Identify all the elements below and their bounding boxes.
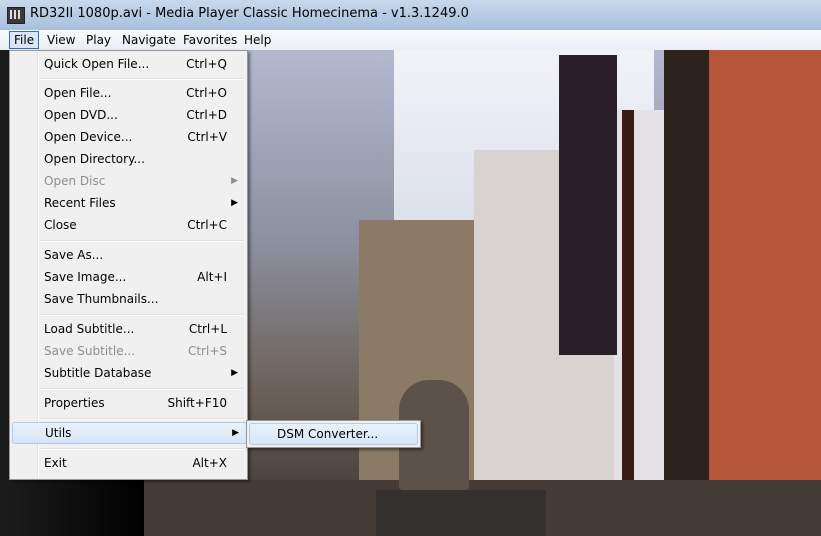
menu-item-label: Save As... <box>44 248 104 262</box>
menu-item-shortcut: Ctrl+V <box>187 130 227 144</box>
video-pole <box>622 110 634 536</box>
menu-item-shortcut: Ctrl+S <box>187 344 227 358</box>
menu-file[interactable]: File <box>9 31 40 49</box>
menu-item-label: Utils <box>45 426 72 440</box>
menu-item-shortcut: Ctrl+Q <box>186 57 227 71</box>
menu-view[interactable]: View <box>43 32 79 48</box>
submenu-arrow-icon: ▶ <box>232 428 239 438</box>
menu-item-shortcut: Alt+X <box>192 456 227 470</box>
menu-item-save-thumbnails[interactable]: Save Thumbnails... <box>12 288 245 310</box>
menu-item-quick-open[interactable]: Quick Open File... Ctrl+Q <box>12 53 245 75</box>
menu-item-recent-files[interactable]: Recent Files ▶ <box>12 192 245 214</box>
menu-play[interactable]: Play <box>82 32 115 48</box>
menu-item-open-file[interactable]: Open File... Ctrl+O <box>12 82 245 104</box>
menu-item-load-subtitle[interactable]: Load Subtitle... Ctrl+L <box>12 318 245 340</box>
menu-separator <box>40 388 244 390</box>
menu-item-label: Save Subtitle... <box>44 344 136 358</box>
menu-item-label: Open File... <box>44 86 112 100</box>
menu-item-label: Save Thumbnails... <box>44 292 159 306</box>
submenu-arrow-icon: ▶ <box>231 176 238 186</box>
menu-item-save-image[interactable]: Save Image... Alt+I <box>12 266 245 288</box>
file-menu-dropdown: Quick Open File... Ctrl+Q Open File... C… <box>9 50 248 480</box>
menu-navigate[interactable]: Navigate <box>118 32 180 48</box>
menu-item-exit[interactable]: Exit Alt+X <box>12 452 245 474</box>
menu-separator <box>40 314 244 316</box>
menu-item-label: Quick Open File... <box>44 57 150 71</box>
menu-item-open-dvd[interactable]: Open DVD... Ctrl+D <box>12 104 245 126</box>
menu-item-label: Load Subtitle... <box>44 322 135 336</box>
video-building <box>704 50 821 480</box>
submenu-arrow-icon: ▶ <box>231 198 238 208</box>
menu-separator <box>40 78 244 80</box>
menu-item-utils[interactable]: Utils ▶ <box>12 422 247 444</box>
menu-item-label: DSM Converter... <box>277 427 379 441</box>
submenu-arrow-icon: ▶ <box>231 368 238 378</box>
menu-help[interactable]: Help <box>240 32 275 48</box>
menu-item-shortcut: Ctrl+C <box>187 218 227 232</box>
menu-item-save-as[interactable]: Save As... <box>12 244 245 266</box>
menu-item-label: Properties <box>44 396 105 410</box>
menu-item-shortcut: Ctrl+O <box>186 86 227 100</box>
menu-separator <box>40 448 244 450</box>
video-tree <box>664 50 709 536</box>
menu-separator <box>40 418 244 420</box>
menu-item-save-subtitle[interactable]: Save Subtitle... Ctrl+S <box>12 340 245 362</box>
video-banner <box>559 55 617 355</box>
utils-submenu: DSM Converter... <box>246 420 421 448</box>
menu-item-label: Exit <box>44 456 67 470</box>
menu-item-open-disc[interactable]: Open Disc ▶ <box>12 170 245 192</box>
menu-item-shortcut: Ctrl+L <box>188 322 227 336</box>
menu-bar: File View Play Navigate Favorites Help <box>0 30 821 51</box>
menu-item-label: Save Image... <box>44 270 127 284</box>
menu-item-shortcut: Ctrl+D <box>186 108 227 122</box>
menu-item-label: Open Device... <box>44 130 133 144</box>
video-plinth <box>376 490 546 536</box>
menu-item-label: Open DVD... <box>44 108 118 122</box>
menu-item-label: Close <box>44 218 77 232</box>
menu-item-open-directory[interactable]: Open Directory... <box>12 148 245 170</box>
title-bar: RD32II 1080p.avi - Media Player Classic … <box>0 0 821 31</box>
menu-item-label: Recent Files <box>44 196 116 210</box>
menu-item-shortcut: Shift+F10 <box>167 396 227 410</box>
menu-item-open-device[interactable]: Open Device... Ctrl+V <box>12 126 245 148</box>
menu-item-label: Open Disc <box>44 174 106 188</box>
film-icon[interactable] <box>7 7 25 24</box>
menu-item-dsm-converter[interactable]: DSM Converter... <box>249 423 418 445</box>
menu-item-subtitle-database[interactable]: Subtitle Database ▶ <box>12 362 245 384</box>
menu-favorites[interactable]: Favorites <box>179 32 241 48</box>
menu-item-label: Open Directory... <box>44 152 145 166</box>
menu-item-close[interactable]: Close Ctrl+C <box>12 214 245 236</box>
menu-item-label: Subtitle Database <box>44 366 152 380</box>
menu-item-properties[interactable]: Properties Shift+F10 <box>12 392 245 414</box>
menu-separator <box>40 240 244 242</box>
window-title: RD32II 1080p.avi - Media Player Classic … <box>30 6 469 21</box>
menu-item-shortcut: Alt+I <box>197 270 227 284</box>
